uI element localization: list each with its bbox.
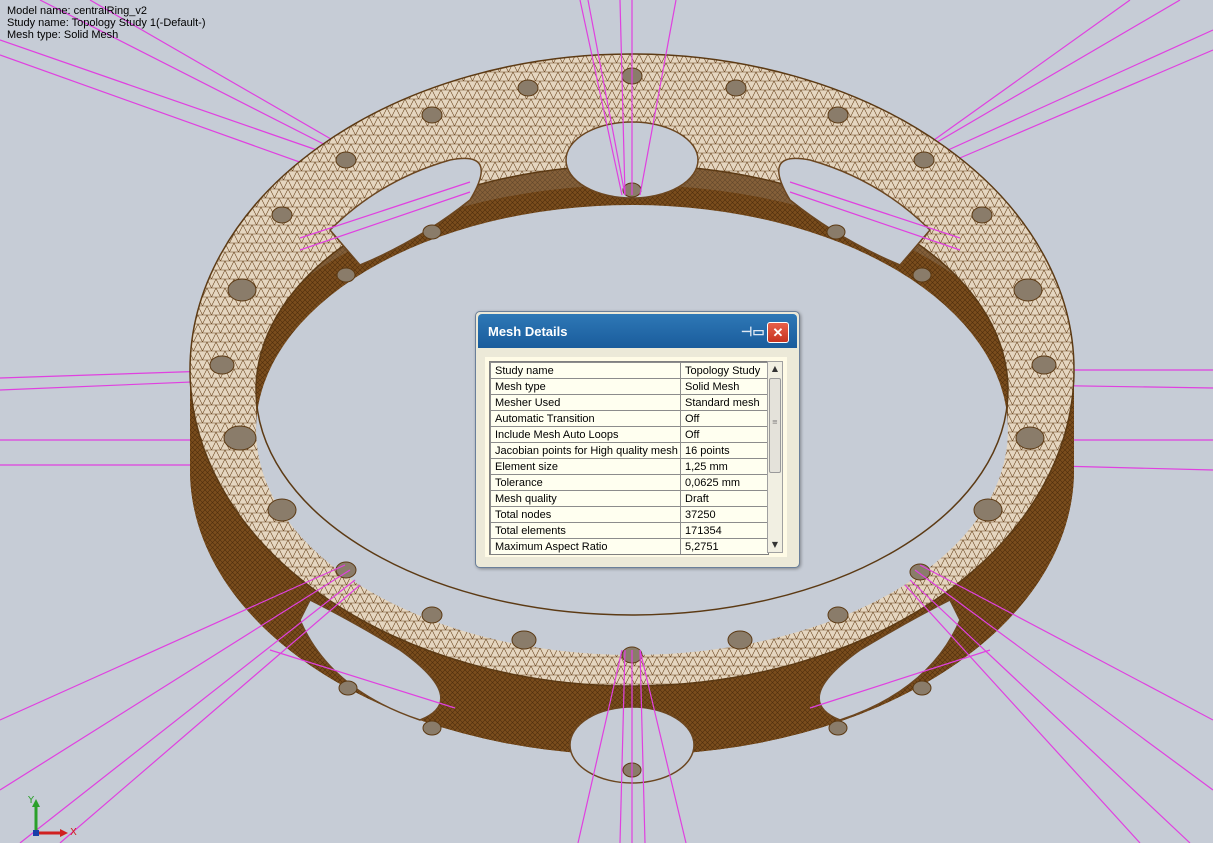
scroll-down-icon[interactable]: ▼ [768, 538, 782, 552]
dialog-title: Mesh Details [488, 324, 568, 339]
row-key: Maximum Aspect Ratio [490, 538, 681, 554]
row-value: 16 points [680, 442, 768, 459]
mesh-type-label: Mesh type: Solid Mesh [7, 29, 119, 41]
row-value: Off [680, 426, 768, 443]
axis-triad: Y X [18, 795, 88, 840]
row-key: Element size [490, 458, 681, 475]
row-key: Study name [490, 362, 681, 379]
row-key: Total nodes [490, 506, 681, 523]
table-row[interactable]: Automatic Transition Off [490, 410, 768, 427]
row-value: Off [680, 410, 768, 427]
table-row[interactable]: Tolerance 0,0625 mm [490, 474, 768, 491]
table-row[interactable]: Total nodes 37250 [490, 506, 768, 523]
dialog-titlebar[interactable]: Mesh Details ⊣▭ ✕ [478, 314, 797, 348]
x-axis-label: X [70, 827, 77, 838]
row-value: 1,25 mm [680, 458, 768, 475]
scroll-thumb[interactable]: ≡ [769, 378, 781, 473]
close-icon[interactable]: ✕ [767, 322, 789, 343]
row-value: Solid Mesh [680, 378, 768, 395]
table-row[interactable]: Maximum Aspect Ratio 5,2751 [490, 538, 768, 554]
table-row[interactable]: Total elements 171354 [490, 522, 768, 539]
scroll-up-icon[interactable]: ▲ [768, 362, 782, 376]
table-row[interactable]: Study name Topology Study [490, 362, 768, 379]
table-row[interactable]: Mesher Used Standard mesh [490, 394, 768, 411]
mesh-details-table: Study name Topology Study Mesh type Solid M… [489, 361, 769, 555]
table-scrollbar[interactable]: ▲ ≡ ▼ [767, 361, 783, 553]
row-value: Topology Study [680, 362, 768, 379]
table-row[interactable]: Mesh quality Draft [490, 490, 768, 507]
row-value: 37250 [680, 506, 768, 523]
table-row[interactable]: Jacobian points for High quality mesh 16 … [490, 442, 768, 459]
table-row[interactable]: Element size 1,25 mm [490, 458, 768, 475]
row-value: 0,0625 mm [680, 474, 768, 491]
study-name-label: Study name: Topology Study 1(-Default-) [7, 17, 206, 29]
table-row[interactable]: Include Mesh Auto Loops Off [490, 426, 768, 443]
row-key: Jacobian points for High quality mesh [490, 442, 681, 459]
row-value: 171354 [680, 522, 768, 539]
row-key: Mesher Used [490, 394, 681, 411]
row-value: 5,2751 [680, 538, 768, 554]
row-key: Mesh type [490, 378, 681, 395]
y-axis-label: Y [28, 795, 35, 806]
pin-icon[interactable]: ⊣▭ [741, 323, 765, 341]
row-key: Total elements [490, 522, 681, 539]
table-row[interactable]: Mesh type Solid Mesh [490, 378, 768, 395]
row-key: Mesh quality [490, 490, 681, 507]
row-key: Tolerance [490, 474, 681, 491]
model-info-overlay: Model name: centralRing_v2 Study name: T… [7, 5, 206, 41]
dialog-body: Study name Topology Study Mesh type Solid M… [485, 357, 787, 557]
grip-icon: ≡ [772, 418, 778, 426]
row-key: Include Mesh Auto Loops [490, 426, 681, 443]
row-key: Automatic Transition [490, 410, 681, 427]
mesh-details-dialog[interactable]: Mesh Details ⊣▭ ✕ Study name Topology Stu… [475, 311, 800, 568]
row-value: Draft [680, 490, 768, 507]
row-value: Standard mesh [680, 394, 768, 411]
model-name-label: Model name: centralRing_v2 [7, 5, 148, 17]
